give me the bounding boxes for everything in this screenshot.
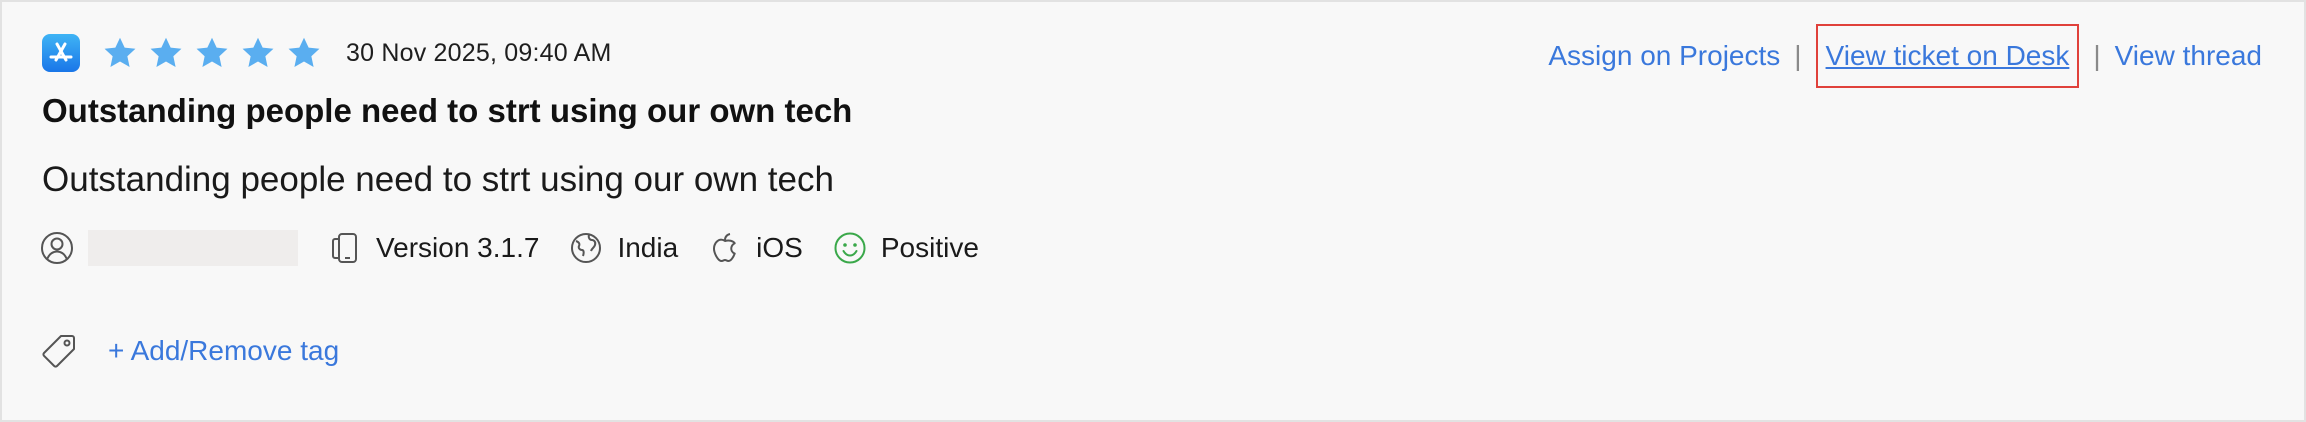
platform: iOS: [708, 231, 803, 265]
platform-text: iOS: [756, 232, 803, 263]
view-thread-link[interactable]: View thread: [2115, 40, 2262, 72]
view-ticket-highlight: View ticket on Desk: [1815, 24, 2080, 88]
review-card: 30 Nov 2025, 09:40 AM Assign on Projects…: [0, 0, 2306, 422]
star-icon: [104, 37, 136, 67]
sentiment-text: Positive: [880, 232, 979, 263]
star-icon: [288, 37, 320, 67]
user-icon: [41, 232, 73, 264]
reviewer: [40, 230, 298, 266]
country: India: [569, 231, 678, 265]
star-rating: [102, 35, 332, 71]
review-body: Outstanding people need to strt using ou…: [42, 160, 834, 199]
review-title: Outstanding people need to strt using ou…: [42, 92, 853, 129]
review-header: 30 Nov 2025, 09:40 AM: [42, 32, 612, 74]
star-icon: [196, 37, 228, 67]
apple-icon: [713, 233, 736, 262]
review-date: 30 Nov 2025, 09:40 AM: [346, 38, 612, 67]
version-text: Version 3.1.7: [376, 232, 540, 263]
reviewer-name-redacted: [88, 230, 298, 266]
review-actions: Assign on Projects | View ticket on Desk…: [1548, 20, 2262, 92]
add-remove-tag-link[interactable]: + Add/Remove tag: [108, 335, 339, 367]
separator: |: [2093, 40, 2101, 71]
app-version: Version 3.1.7: [328, 231, 539, 265]
globe-icon: [571, 233, 602, 263]
review-meta: Version 3.1.7 India iOS Positive: [40, 226, 1009, 270]
tag-row: + Add/Remove tag: [40, 330, 339, 372]
assign-on-projects-link[interactable]: Assign on Projects: [1548, 40, 1780, 72]
sentiment: Positive: [833, 231, 979, 265]
view-ticket-on-desk-link[interactable]: View ticket on Desk: [1826, 40, 2070, 71]
star-icon: [242, 37, 274, 67]
country-text: India: [617, 232, 679, 263]
smiley-icon: [834, 232, 866, 264]
device-icon: [332, 233, 357, 263]
separator: |: [1794, 40, 1802, 71]
tag-icon: [42, 335, 75, 368]
app-store-icon: [42, 34, 80, 72]
star-icon: [150, 37, 182, 67]
